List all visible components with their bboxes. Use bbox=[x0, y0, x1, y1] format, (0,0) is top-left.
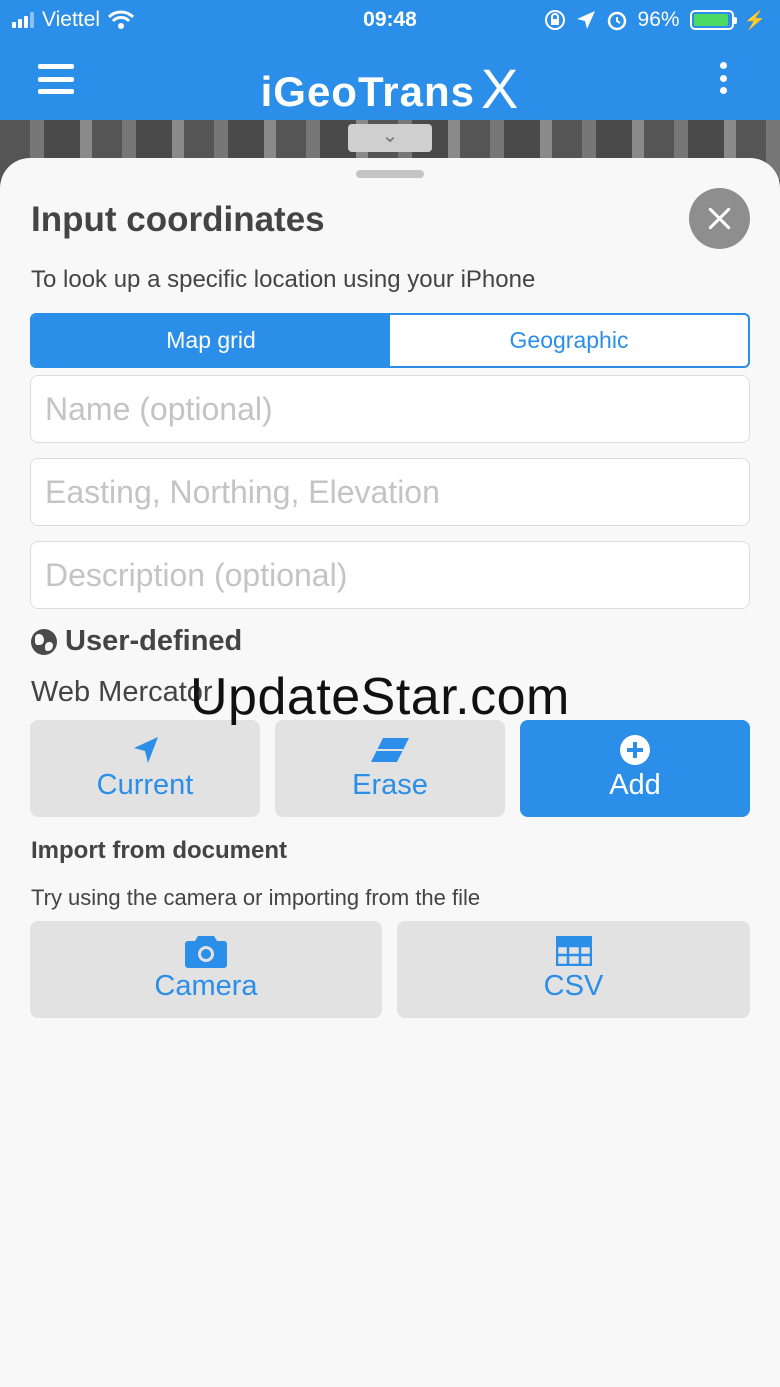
globe-icon bbox=[31, 628, 57, 655]
projection-name: Web Mercator bbox=[31, 676, 213, 708]
sheet-title: Input coordinates bbox=[31, 200, 325, 239]
segment-map-grid[interactable]: Map grid bbox=[32, 315, 390, 366]
location-arrow-icon bbox=[576, 11, 595, 29]
status-right: 96% ⚡ bbox=[544, 8, 766, 32]
camera-icon bbox=[185, 936, 227, 968]
coordinates-input[interactable] bbox=[30, 458, 750, 526]
camera-button[interactable]: Camera bbox=[30, 921, 382, 1018]
app-title: iGeoTrans X bbox=[260, 57, 520, 120]
import-section-title: Import from document bbox=[31, 837, 287, 864]
status-bar: Viettel 09:48 96% ⚡ bbox=[0, 0, 780, 40]
erase-button[interactable]: Erase bbox=[275, 720, 505, 817]
close-button[interactable] bbox=[689, 188, 750, 249]
current-location-button[interactable]: Current bbox=[30, 720, 260, 817]
segment-geographic[interactable]: Geographic bbox=[390, 315, 748, 366]
plus-circle-icon bbox=[619, 735, 651, 765]
app-header: Viettel 09:48 96% ⚡ iGeoTrans X bbox=[0, 0, 780, 120]
coordinate-system-label[interactable]: User-defined bbox=[31, 625, 242, 658]
import-section-subtitle: Try using the camera or importing from t… bbox=[31, 885, 481, 910]
charging-icon: ⚡ bbox=[743, 9, 766, 30]
coordinate-type-segmented-control: Map grid Geographic bbox=[30, 313, 750, 368]
battery-icon bbox=[689, 10, 737, 30]
table-grid-icon bbox=[555, 936, 592, 966]
eraser-icon bbox=[369, 735, 411, 765]
battery-percent: 96% bbox=[637, 8, 680, 31]
more-options-icon[interactable] bbox=[720, 62, 728, 94]
add-button[interactable]: Add bbox=[520, 720, 750, 817]
name-input[interactable] bbox=[30, 375, 750, 443]
input-coordinates-sheet: Input coordinates To look up a specific … bbox=[0, 158, 780, 1387]
location-arrow-icon bbox=[130, 735, 160, 765]
app-bar: iGeoTrans X bbox=[0, 40, 780, 120]
sheet-subtitle: To look up a specific location using you… bbox=[31, 266, 536, 293]
csv-button[interactable]: CSV bbox=[397, 921, 750, 1018]
rotation-lock-icon bbox=[544, 10, 565, 30]
description-input[interactable] bbox=[30, 541, 750, 609]
map-collapse-handle[interactable]: ⌄ bbox=[348, 124, 432, 152]
alarm-icon bbox=[607, 11, 626, 31]
sheet-grabber[interactable] bbox=[356, 170, 424, 178]
watermark: UpdateStar.com bbox=[190, 668, 570, 726]
